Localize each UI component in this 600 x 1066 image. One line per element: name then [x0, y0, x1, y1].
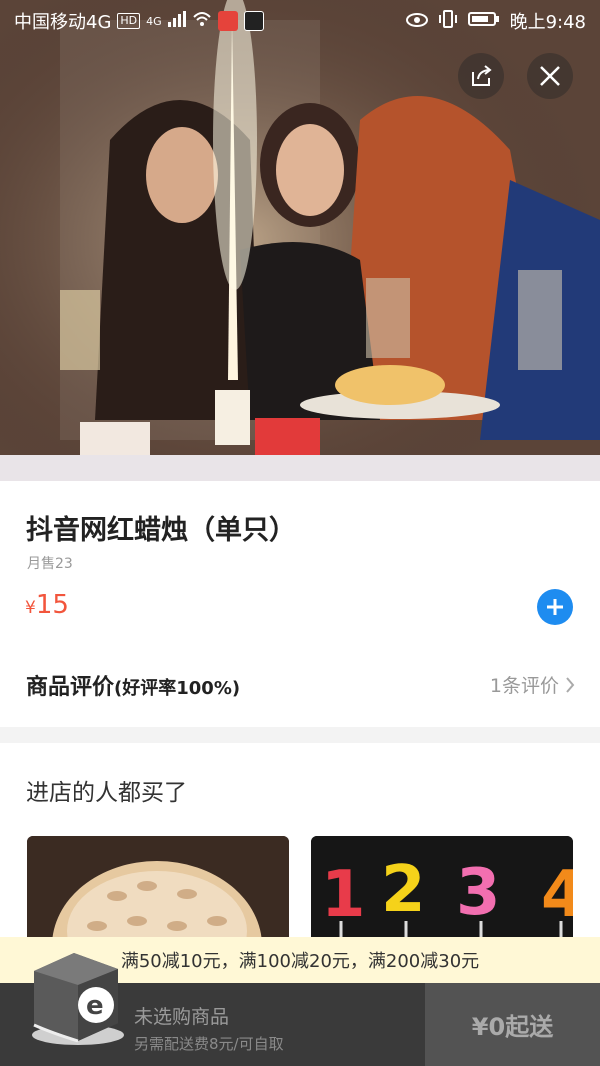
chevron-right-icon — [566, 676, 575, 693]
cart-button[interactable]: e — [22, 943, 126, 1047]
checkout-button[interactable]: ¥0起送 — [425, 983, 600, 1066]
party-photo-illustration — [0, 0, 600, 481]
vibrate-icon — [438, 9, 458, 33]
network-label: 4G — [146, 14, 162, 28]
review-count-text: 1条评价 — [489, 675, 559, 697]
product-price: ¥15 — [25, 590, 69, 620]
cart-empty-text: 未选购商品 — [134, 1006, 230, 1028]
svg-text:e: e — [86, 991, 104, 1021]
time-label: 晚上9:48 — [509, 12, 586, 33]
svg-text:2: 2 — [381, 853, 426, 927]
recommendations-title: 进店的人都买了 — [26, 780, 187, 806]
monthly-sales: 月售23 — [27, 556, 73, 572]
close-button[interactable] — [527, 53, 573, 99]
signal-icon — [167, 10, 186, 32]
eye-icon — [405, 11, 428, 32]
close-icon — [540, 66, 560, 86]
delivery-fee-text: 另需配送费8元/可自取 — [134, 1035, 284, 1053]
share-icon — [472, 65, 492, 86]
review-section-title: 商品评价(好评率100%) — [26, 669, 240, 701]
plus-icon — [547, 599, 563, 615]
price-value: 15 — [35, 590, 69, 620]
svg-text:1: 1 — [321, 858, 366, 932]
p-app-icon — [243, 11, 264, 31]
battery-icon — [467, 11, 500, 32]
shopping-bag-icon: e — [32, 953, 124, 1045]
add-to-cart-button[interactable] — [537, 589, 573, 625]
status-bar: 中国移动4G HD 4G 晚上9:48 — [0, 0, 600, 42]
product-title: 抖音网红蜡烛（单只） — [26, 515, 296, 546]
svg-text:4: 4 — [541, 858, 573, 932]
hd-badge: HD — [117, 13, 141, 29]
wifi-icon — [192, 11, 212, 32]
review-title-text: 商品评价 — [26, 675, 115, 700]
product-info-card: 抖音网红蜡烛（单只） 月售23 ¥15 商品评价(好评率100%) 1条评价 — [0, 481, 600, 727]
svg-text:3: 3 — [456, 856, 501, 930]
price-currency: ¥ — [25, 598, 36, 618]
share-button[interactable] — [458, 53, 504, 99]
product-photo — [0, 0, 600, 481]
review-count-link[interactable]: 1条评价 — [490, 671, 575, 698]
cart-summary: 未选购商品 另需配送费8元/可自取 — [134, 1002, 284, 1054]
carrier-label: 中国移动4G — [14, 12, 112, 33]
app-notification-icon — [217, 11, 238, 31]
review-rate: (好评率100%) — [114, 678, 241, 699]
